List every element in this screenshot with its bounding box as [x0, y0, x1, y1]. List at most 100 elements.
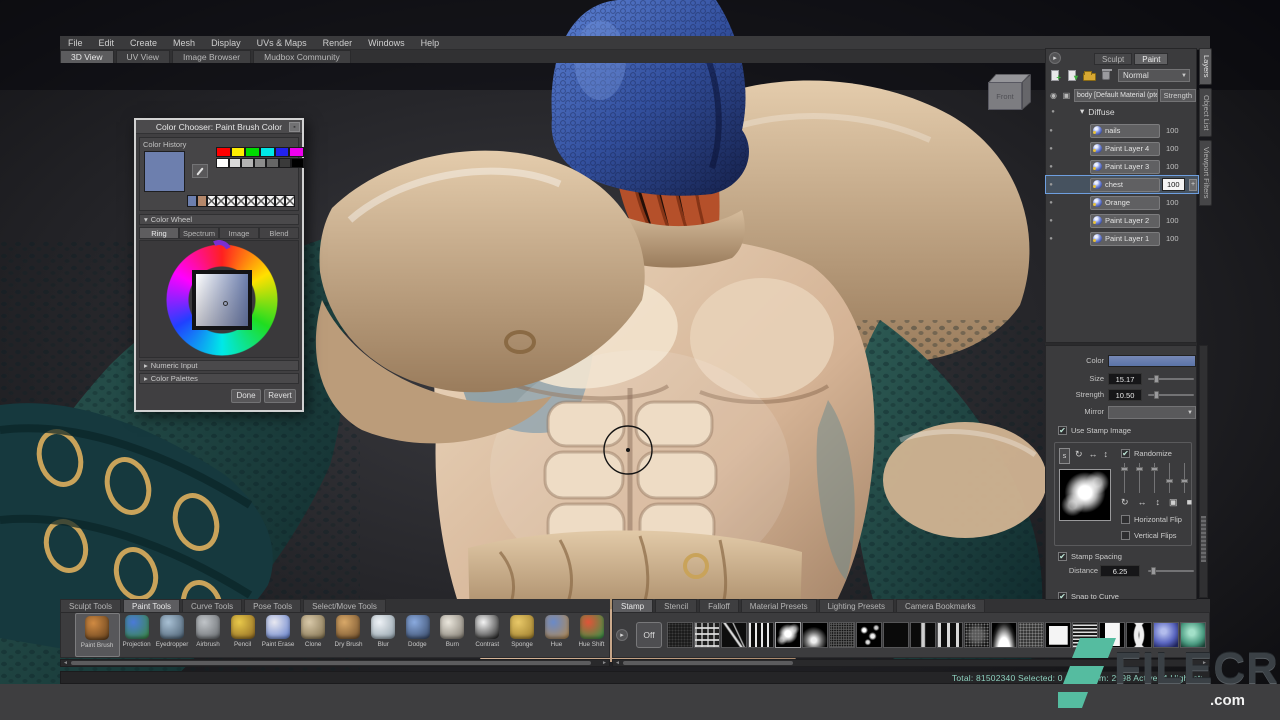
layer-row-paint-layer-2[interactable]: ● Paint Layer 2 100 — [1046, 212, 1198, 229]
view-tab-mudbox-community[interactable]: Mudbox Community — [253, 50, 351, 63]
view-cube[interactable]: Front — [986, 74, 1034, 114]
flip-horizontal-icon[interactable]: ↔ — [1089, 449, 1098, 460]
tray-tab-paint-tools[interactable]: Paint Tools — [123, 599, 180, 612]
horizontal-flip-row[interactable]: Horizontal Flip — [1121, 515, 1182, 524]
rotate-icon[interactable]: ↻ — [1075, 449, 1083, 460]
empty-swatch[interactable] — [226, 195, 236, 207]
eye-icon[interactable]: ◉ — [1048, 91, 1059, 100]
preset-swatch[interactable] — [289, 147, 304, 157]
mini-slider[interactable] — [1138, 463, 1141, 493]
history-swatch[interactable] — [187, 195, 197, 207]
mini-slider[interactable] — [1183, 463, 1186, 493]
strength-slider-thumb[interactable] — [1154, 391, 1159, 399]
use-stamp-checkbox[interactable]: ✔ — [1058, 426, 1067, 435]
flip-vertical-icon[interactable]: ↕ — [1104, 449, 1109, 460]
left-arrow-icon[interactable]: ◄ — [613, 660, 622, 666]
empty-swatch[interactable] — [285, 195, 295, 207]
stamp-thumb-noise-fine[interactable] — [829, 622, 855, 648]
visibility-dot[interactable]: ● — [1046, 146, 1056, 152]
tool-sponge[interactable]: Sponge — [505, 613, 540, 657]
color-wheel-header[interactable]: ▾ Color Wheel — [139, 214, 299, 225]
stamp-thumb-halfmoon[interactable] — [991, 622, 1017, 648]
mini-slider-thumb[interactable] — [1166, 479, 1173, 483]
flip-vertical-icon[interactable]: ↕ — [1156, 497, 1161, 508]
tray-tab-stamp[interactable]: Stamp — [612, 599, 653, 612]
empty-swatch[interactable] — [275, 195, 285, 207]
menu-item-help[interactable]: Help — [413, 36, 448, 50]
stamp-thumb-stripes[interactable] — [748, 622, 774, 648]
empty-swatch[interactable] — [216, 195, 226, 207]
right-arrow-icon[interactable]: ► — [600, 660, 609, 666]
history-swatch[interactable] — [197, 195, 207, 207]
menu-item-windows[interactable]: Windows — [360, 36, 413, 50]
layer-strength[interactable]: 100 — [1166, 216, 1179, 225]
tool-contrast[interactable]: Contrast — [470, 613, 505, 657]
stamp-mini-button[interactable]: s — [1059, 448, 1070, 464]
tray-tab-lighting-presets[interactable]: Lighting Presets — [819, 599, 894, 612]
layer-pill[interactable]: chest — [1090, 178, 1160, 192]
layer-strength[interactable]: 100 — [1166, 162, 1179, 171]
layer-row-orange[interactable]: ●Orange100 — [1046, 194, 1198, 211]
material-header[interactable]: body [Default Material (pte — [1074, 89, 1158, 102]
layer-row-chest[interactable]: ●chest100+ — [1046, 176, 1198, 193]
layer-group-row[interactable]: ● ▾ Diffuse — [1048, 106, 1115, 117]
page-icon[interactable]: ▣ — [1061, 91, 1072, 100]
wheel-tab-image[interactable]: Image — [219, 227, 259, 239]
mini-slider[interactable] — [1168, 463, 1171, 493]
stamp-thumb-blob[interactable] — [802, 622, 828, 648]
distance-slider-thumb[interactable] — [1151, 567, 1156, 575]
flip-horizontal-icon[interactable]: ↔ — [1138, 497, 1147, 508]
menu-item-uvs-maps[interactable]: UVs & Maps — [249, 36, 315, 50]
layer-row-paint-layer-1[interactable]: ●Paint Layer 1100 — [1046, 230, 1198, 247]
tool-paint-brush[interactable]: Paint Brush — [75, 613, 120, 657]
side-tab-viewport-filters[interactable]: Viewport Filters — [1199, 140, 1212, 206]
mirror-dropdown[interactable]: ▼ — [1108, 406, 1196, 419]
layer-strength[interactable]: 100 — [1166, 126, 1179, 135]
snap-to-curve-checkbox[interactable]: ✔ — [1058, 592, 1067, 600]
done-button[interactable]: Done — [231, 389, 261, 403]
mini-slider-thumb[interactable] — [1121, 467, 1128, 471]
layer-strength[interactable]: 100 — [1166, 198, 1179, 207]
layer-pill[interactable]: nails — [1090, 124, 1160, 138]
tool-airbrush[interactable]: Airbrush — [190, 613, 225, 657]
wheel-tab-spectrum[interactable]: Spectrum — [179, 227, 219, 239]
layer-pill[interactable]: Paint Layer 2 — [1090, 214, 1160, 228]
visibility-dot[interactable]: ● — [1046, 218, 1056, 224]
tool-blur[interactable]: Blur — [366, 613, 401, 657]
preset-swatch[interactable] — [291, 158, 304, 168]
stamp-thumb-scratch[interactable] — [721, 622, 747, 648]
tray-tab-select-move-tools[interactable]: Select/Move Tools — [303, 599, 386, 612]
stamp-thumb-splat[interactable] — [775, 622, 801, 648]
visibility-dot[interactable]: ● — [1046, 128, 1056, 134]
saturation-value-box[interactable] — [196, 274, 248, 326]
tool-pencil[interactable]: Pencil — [225, 613, 260, 657]
preset-swatch[interactable] — [266, 158, 279, 168]
mini-slider[interactable] — [1123, 463, 1126, 493]
view-cube-side-face[interactable] — [1022, 74, 1031, 110]
visibility-dot[interactable]: ● — [1046, 236, 1056, 242]
layer-strength[interactable]: 100 — [1166, 144, 1179, 153]
square-icon[interactable]: ■ — [1187, 497, 1192, 508]
mini-slider-thumb[interactable] — [1151, 467, 1158, 471]
wheel-tab-ring[interactable]: Ring — [139, 227, 179, 239]
collapse-tray-button[interactable]: ▸ — [616, 629, 628, 641]
panel-divider[interactable] — [1045, 343, 1197, 345]
new-layer-button[interactable]: + — [1049, 70, 1062, 82]
menu-item-mesh[interactable]: Mesh — [165, 36, 203, 50]
revert-button[interactable]: Revert — [264, 389, 296, 403]
stamp-spacing-row[interactable]: ✔ Stamp Spacing — [1058, 552, 1122, 561]
panel-tab-sculpt[interactable]: Sculpt — [1094, 53, 1132, 65]
color-palettes-header[interactable]: ▸ Color Palettes — [139, 373, 299, 384]
stamp-thumb-noise-dark[interactable] — [667, 622, 693, 648]
stamp-thumb-plaid[interactable] — [694, 622, 720, 648]
snap-to-curve-row[interactable]: ✔ Snap to Curve — [1058, 592, 1119, 600]
empty-swatch[interactable] — [207, 195, 217, 207]
layer-strength[interactable]: 100 — [1162, 178, 1185, 191]
size-slider-thumb[interactable] — [1154, 375, 1159, 383]
scrollbar-thumb[interactable] — [623, 661, 793, 665]
tray-tab-camera-bookmarks[interactable]: Camera Bookmarks — [896, 599, 985, 612]
strength-input[interactable]: 10.50 — [1108, 389, 1142, 401]
empty-swatch[interactable] — [246, 195, 256, 207]
dialog-title-bar[interactable]: Color Chooser: Paint Brush Color ▪ — [136, 120, 302, 134]
view-tab-3d-view[interactable]: 3D View — [60, 50, 114, 63]
